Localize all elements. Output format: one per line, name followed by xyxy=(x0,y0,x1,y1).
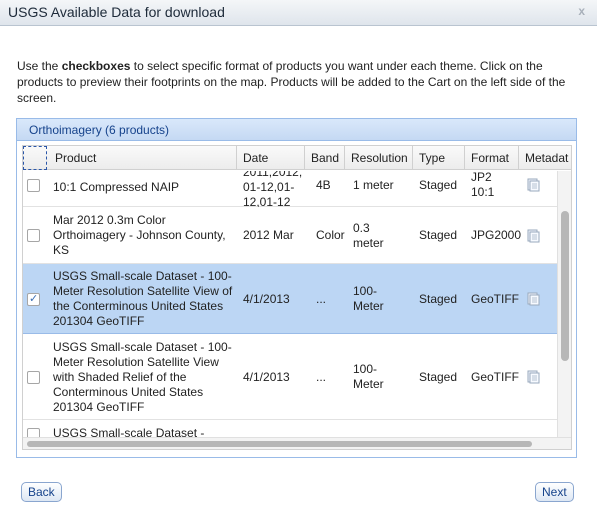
horizontal-scroll-thumb[interactable] xyxy=(27,441,532,447)
product-name-line: USGS Small-scale Dataset - 100- xyxy=(53,339,232,354)
product-name: USGS Small-scale Dataset - 100- Meter Res… xyxy=(53,269,237,329)
product-format: GeoTIFF xyxy=(471,292,519,307)
panel-title[interactable]: Orthoimagery (6 products) xyxy=(17,119,576,141)
product-format: JP2 10:1 xyxy=(471,171,519,200)
dialog-titlebar: USGS Available Data for download x xyxy=(0,0,597,26)
product-band-line: Color xyxy=(316,228,345,242)
row-checkbox[interactable] xyxy=(27,292,40,306)
document-icon[interactable] xyxy=(526,370,540,384)
horizontal-scrollbar[interactable] xyxy=(23,437,571,449)
select-all-header[interactable] xyxy=(23,146,47,170)
product-name-line: USGS Small-scale Dataset - 100- xyxy=(53,269,232,283)
grid-rows: 10:1 Compressed NAIP 2011,2012, 01-12,01- 1… xyxy=(23,171,557,439)
dialog-title: USGS Available Data for download xyxy=(8,4,225,20)
product-name: USGS Small-scale Dataset - 100- Meter Res… xyxy=(53,340,237,415)
product-name-line: Orthoimagery - Johnson County, xyxy=(53,228,226,242)
product-name-line: 201304 GeoTIFF xyxy=(53,399,145,414)
product-date-line: 01-12,01- xyxy=(243,180,295,194)
product-resolution-line: 100- xyxy=(353,284,378,298)
product-type-line: Staged xyxy=(419,369,458,384)
close-icon[interactable]: x xyxy=(578,4,585,18)
table-row[interactable]: USGS Small-scale Dataset - 100-Meter Res… xyxy=(23,264,557,334)
product-resolution-line: Meter xyxy=(353,377,384,391)
table-row[interactable]: 10:1 Compressed NAIP 2011,2012, 01-12,01- 1… xyxy=(23,171,557,210)
product-type-line: Staged xyxy=(419,177,458,192)
product-date: 2011,2012, 01-12,01- 12,01-12 xyxy=(243,171,305,210)
product-date: 4/1/2013 xyxy=(243,370,305,385)
row-checkbox[interactable] xyxy=(27,370,40,384)
product-format-line: GeoTIFF xyxy=(471,369,520,384)
product-date-line: 2011,2012, xyxy=(243,171,303,179)
column-format[interactable]: Format xyxy=(465,146,519,170)
product-name: 10:1 Compressed NAIP xyxy=(53,180,237,195)
product-format-line: 10:1 xyxy=(471,185,495,199)
product-date-line: 4/1/2013 xyxy=(243,291,290,306)
product-band-line: 4B xyxy=(316,177,331,192)
vertical-scroll-thumb[interactable] xyxy=(561,211,569,361)
column-date[interactable]: Date xyxy=(237,146,305,170)
product-resolution: 1 meter xyxy=(353,178,413,193)
column-band[interactable]: Band xyxy=(305,146,345,170)
product-name-line: 201304 GeoTIFF xyxy=(53,314,145,328)
instructions-pre: Use the xyxy=(17,59,62,73)
product-band-line: ... xyxy=(316,369,327,384)
column-resolution[interactable]: Resolution xyxy=(345,146,413,170)
product-name-line: Meter Resolution Satellite View of xyxy=(53,284,233,298)
product-type: Staged xyxy=(419,292,467,307)
next-button[interactable]: Next xyxy=(535,482,574,502)
product-band-line: ... xyxy=(316,291,327,306)
product-name: Mar 2012 0.3m Color Orthoimagery - Johnso… xyxy=(53,213,237,258)
product-resolution-line: 0.3 xyxy=(353,220,370,235)
product-date: 2012 Mar xyxy=(243,228,305,243)
product-type-line: Staged xyxy=(419,291,458,306)
table-row[interactable]: USGS Small-scale Dataset - 100-Meter Res… xyxy=(23,334,557,420)
product-name-line: 10:1 Compressed NAIP xyxy=(53,179,180,194)
product-name-line: Meter Resolution Satellite View xyxy=(53,354,219,369)
product-band: 4B xyxy=(316,178,346,193)
product-date-line: 4/1/2013 xyxy=(243,369,290,384)
back-button[interactable]: Back xyxy=(21,482,62,502)
product-date-line: 2012 Mar xyxy=(243,228,294,242)
product-name-line: the Conterminous United States xyxy=(53,299,224,313)
product-format-line: GeoTIFF xyxy=(471,291,520,306)
product-resolution-line: 100- xyxy=(353,362,378,376)
product-type: Staged xyxy=(419,228,467,243)
product-format-line: JP2 xyxy=(471,171,492,184)
row-checkbox[interactable] xyxy=(27,178,40,192)
product-name-line: with Shaded Relief of the xyxy=(53,369,187,384)
product-resolution-line: Meter xyxy=(353,299,384,313)
document-icon[interactable] xyxy=(526,229,540,243)
column-metadata[interactable]: Metadat xyxy=(519,146,571,170)
product-format: JPG2000 xyxy=(471,228,522,243)
table-row[interactable]: Mar 2012 0.3m Color Orthoimagery - Johnso… xyxy=(23,207,557,264)
product-date: 4/1/2013 xyxy=(243,292,305,307)
product-format-line: JPG2000 xyxy=(471,228,522,242)
product-name-line: Mar 2012 0.3m Color xyxy=(53,213,166,227)
vertical-scrollbar[interactable] xyxy=(557,171,571,439)
product-resolution: 100- Meter xyxy=(353,284,413,314)
product-band: ... xyxy=(316,292,346,307)
instructions-bold: checkboxes xyxy=(61,59,131,73)
product-resolution: 100- Meter xyxy=(353,362,413,392)
product-name-line: Conterminous United States xyxy=(53,384,204,399)
column-product[interactable]: Product xyxy=(47,146,237,170)
product-type: Staged xyxy=(419,370,467,385)
grid-header: Product Date Band Resolution Type Format… xyxy=(23,146,571,170)
document-icon[interactable] xyxy=(526,292,540,306)
product-resolution-line: meter xyxy=(353,235,384,250)
column-type[interactable]: Type xyxy=(413,146,465,170)
product-format: GeoTIFF xyxy=(471,370,519,385)
orthoimagery-panel: Orthoimagery (6 products) Product Date B… xyxy=(16,118,577,458)
document-icon[interactable] xyxy=(526,178,540,192)
row-checkbox[interactable] xyxy=(27,229,40,242)
product-type-line: Staged xyxy=(419,228,458,242)
product-type: Staged xyxy=(419,178,467,193)
instructions-text: Use the checkboxes to select specific fo… xyxy=(17,58,587,106)
products-grid: Product Date Band Resolution Type Format… xyxy=(22,145,572,450)
product-name-line: KS xyxy=(53,243,70,257)
product-resolution: 0.3 meter xyxy=(353,221,413,251)
product-band: ... xyxy=(316,370,346,385)
product-resolution-line: 1 meter xyxy=(353,177,394,192)
product-band: Color xyxy=(316,228,346,243)
